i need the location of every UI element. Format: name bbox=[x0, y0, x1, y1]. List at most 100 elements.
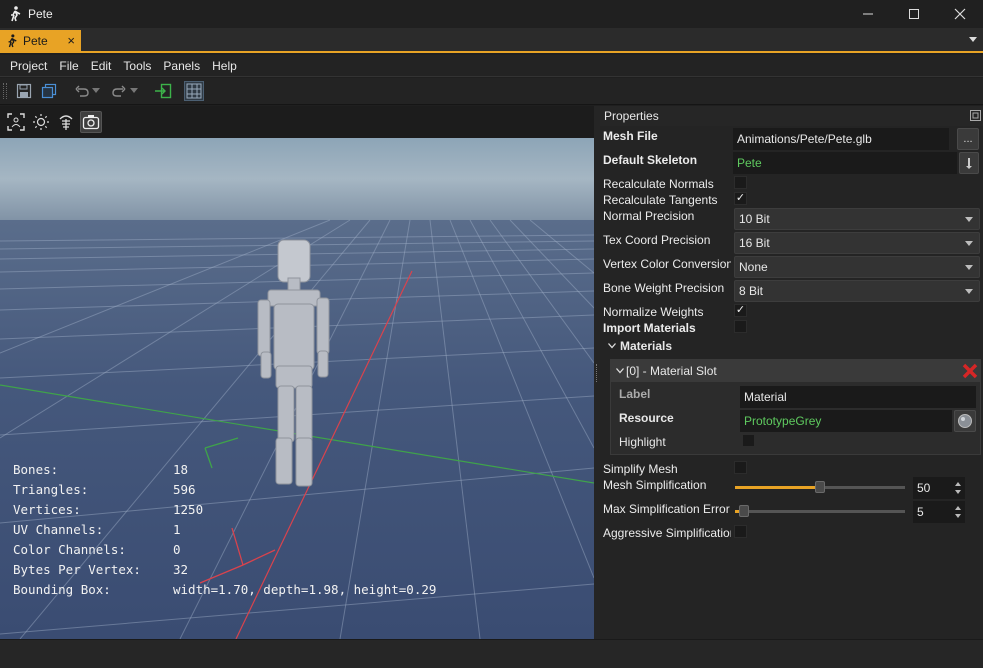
material-slot-header[interactable]: [0] - Material Slot bbox=[611, 360, 980, 382]
mesh-simplification-slider[interactable] bbox=[735, 481, 905, 493]
recalculate-normals-label: Recalculate Normals bbox=[603, 177, 714, 191]
menu-file[interactable]: File bbox=[53, 59, 84, 73]
document-tab-pete[interactable]: Pete × bbox=[0, 30, 81, 51]
properties-title: Properties bbox=[604, 109, 659, 123]
tex-coord-precision-select[interactable]: 16 Bit bbox=[734, 232, 980, 254]
menu-edit[interactable]: Edit bbox=[85, 59, 118, 73]
menu-bar: Project File Edit Tools Panels Help bbox=[0, 55, 983, 77]
stat-label: Triangles: bbox=[13, 482, 89, 497]
mesh-simplification-value: 50 bbox=[917, 481, 931, 495]
grid-icon bbox=[186, 83, 202, 99]
tab-close-icon[interactable]: × bbox=[67, 34, 75, 47]
save-all-button[interactable] bbox=[39, 81, 59, 101]
properties-header: Properties bbox=[600, 106, 983, 126]
redo-dropdown[interactable] bbox=[128, 81, 140, 101]
stat-label: Bounding Box: bbox=[13, 582, 111, 597]
slot-highlight-checkbox[interactable] bbox=[742, 434, 755, 447]
document-tab-label: Pete bbox=[23, 33, 48, 48]
stat-label: Vertices: bbox=[13, 502, 81, 517]
simplify-mesh-checkbox[interactable] bbox=[734, 461, 747, 474]
normal-precision-value: 10 Bit bbox=[739, 212, 770, 226]
delete-x-icon[interactable] bbox=[962, 363, 978, 379]
vertex-color-conversion-select[interactable]: None bbox=[734, 256, 980, 278]
status-bar bbox=[0, 639, 983, 668]
lighting-button[interactable] bbox=[30, 111, 52, 133]
normalize-weights-checkbox[interactable]: ✓ bbox=[734, 304, 747, 317]
aggressive-simplification-checkbox[interactable] bbox=[734, 525, 747, 538]
import-materials-checkbox[interactable] bbox=[734, 320, 747, 333]
max-simplification-error-spinbox[interactable]: 5 bbox=[913, 501, 965, 523]
menu-panels[interactable]: Panels bbox=[157, 59, 206, 73]
menu-tools[interactable]: Tools bbox=[117, 59, 157, 73]
maximize-button[interactable] bbox=[891, 0, 937, 28]
stat-value: 1250 bbox=[173, 502, 204, 517]
skeleton-toggle-button[interactable] bbox=[55, 111, 77, 133]
redo-button[interactable] bbox=[109, 81, 129, 101]
mesh-file-field[interactable]: Animations/Pete/Pete.glb bbox=[733, 128, 949, 150]
simplify-mesh-label: Simplify Mesh bbox=[603, 462, 678, 476]
save-button[interactable] bbox=[14, 81, 34, 101]
tex-coord-precision-value: 16 Bit bbox=[739, 236, 770, 250]
stat-value: 1 bbox=[173, 522, 181, 537]
panel-options-icon[interactable] bbox=[970, 110, 981, 121]
stat-value: 596 bbox=[173, 482, 196, 497]
focus-button[interactable] bbox=[5, 111, 27, 133]
browse-mesh-button[interactable]: ... bbox=[957, 128, 979, 150]
spin-down-icon[interactable] bbox=[955, 514, 961, 518]
recalculate-normals-checkbox[interactable] bbox=[734, 176, 747, 189]
toolbar-grip[interactable] bbox=[3, 83, 7, 99]
resource-picker-button[interactable] bbox=[954, 410, 976, 432]
camera-button[interactable] bbox=[80, 111, 102, 133]
skeleton-icon bbox=[59, 115, 73, 130]
skeleton-picker-button[interactable] bbox=[959, 152, 979, 174]
main-toolbar bbox=[0, 78, 983, 105]
max-simplification-error-value: 5 bbox=[917, 505, 924, 519]
stat-row: Triangles: 596 bbox=[13, 480, 436, 500]
default-skeleton-field[interactable]: Pete bbox=[733, 152, 957, 174]
materials-section-header[interactable]: Materials bbox=[608, 339, 672, 353]
mesh-simplification-slider-thumb[interactable] bbox=[815, 481, 825, 493]
sky bbox=[0, 138, 594, 220]
stat-row: Color Channels: 0 bbox=[13, 540, 436, 560]
stat-row: Bounding Box: width=1.70, depth=1.98, hei… bbox=[13, 580, 436, 600]
stat-label: Color Channels: bbox=[13, 542, 126, 557]
undo-icon bbox=[75, 85, 89, 97]
undo-button[interactable] bbox=[72, 81, 92, 101]
slot-resource-label: Resource bbox=[619, 411, 674, 425]
slot-label-field[interactable]: Material bbox=[740, 386, 976, 408]
spin-up-icon[interactable] bbox=[955, 506, 961, 510]
stat-row: Vertices: 1250 bbox=[13, 500, 436, 520]
grid-toggle-button[interactable] bbox=[184, 81, 204, 101]
vertex-color-conversion-value: None bbox=[739, 260, 768, 274]
recalculate-tangents-label: Recalculate Tangents bbox=[603, 193, 718, 207]
stat-row: Bytes Per Vertex: 32 bbox=[13, 560, 436, 580]
material-sphere-icon bbox=[958, 414, 972, 428]
save-all-icon bbox=[41, 83, 57, 99]
close-window-button[interactable] bbox=[937, 0, 983, 28]
normal-precision-select[interactable]: 10 Bit bbox=[734, 208, 980, 230]
max-simplification-error-slider[interactable] bbox=[735, 505, 905, 517]
spin-up-icon[interactable] bbox=[955, 482, 961, 486]
mesh-simplification-label: Mesh Simplification bbox=[603, 478, 707, 492]
stat-row: UV Channels: 1 bbox=[13, 520, 436, 540]
focus-icon bbox=[7, 113, 25, 131]
spin-down-icon[interactable] bbox=[955, 490, 961, 494]
mesh-file-label: Mesh File bbox=[603, 129, 658, 143]
menu-help[interactable]: Help bbox=[206, 59, 243, 73]
stat-value: 0 bbox=[173, 542, 181, 557]
max-simplification-error-slider-thumb[interactable] bbox=[738, 505, 749, 517]
undo-dropdown[interactable] bbox=[90, 81, 102, 101]
menu-project[interactable]: Project bbox=[4, 59, 53, 73]
tab-list-dropdown-icon[interactable] bbox=[969, 37, 977, 42]
mesh-simplification-spinbox[interactable]: 50 bbox=[913, 477, 965, 499]
aggressive-simplification-label: Aggressive Simplification bbox=[603, 526, 731, 540]
recalculate-tangents-checkbox[interactable]: ✓ bbox=[734, 192, 747, 205]
stat-value: width=1.70, depth=1.98, height=0.29 bbox=[173, 582, 437, 597]
default-skeleton-label: Default Skeleton bbox=[603, 153, 698, 167]
slot-resource-field[interactable]: PrototypeGrey bbox=[740, 410, 952, 432]
minimize-button[interactable] bbox=[845, 0, 891, 28]
bone-weight-precision-select[interactable]: 8 Bit bbox=[734, 280, 980, 302]
export-button[interactable] bbox=[153, 81, 173, 101]
mesh-simplification-slider-fill bbox=[735, 486, 820, 489]
light-icon bbox=[33, 114, 49, 130]
